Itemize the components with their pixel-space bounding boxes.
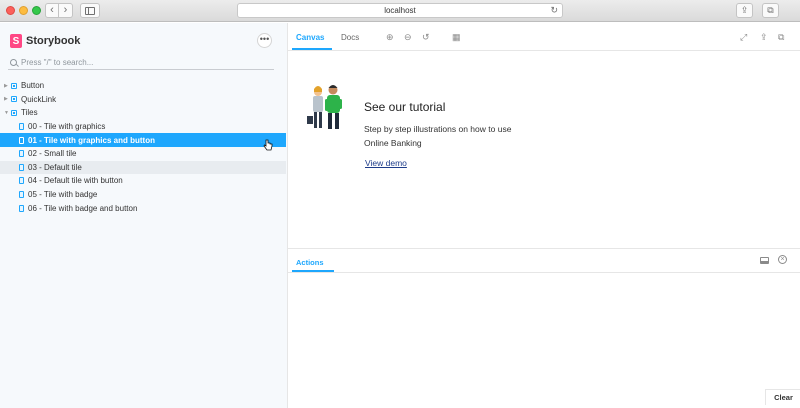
addons-divider [288,272,800,273]
bookmark-icon [19,136,24,144]
component-icon [11,96,17,103]
view-demo-link[interactable]: View demo [365,158,407,168]
tab-docs[interactable]: Docs [341,33,359,42]
share-button[interactable]: ⇪ [736,3,753,18]
zoom-in-icon[interactable]: ⊕ [386,32,394,43]
address-bar[interactable]: localhost ↻ [237,3,563,18]
search-box [8,56,274,70]
tree-item-label: Button [21,81,45,91]
preview-toolbar: Canvas Docs ⊕ ⊖ ↺ ▦ ⤢ ⇪ ⧉ [288,23,800,51]
story-item[interactable]: 02 - Small tile [0,147,287,161]
search-icon [10,59,17,66]
story-item[interactable]: 05 - Tile with badge [0,188,287,202]
story-item[interactable]: 06 - Tile with badge and button [0,201,287,215]
zoom-out-icon[interactable]: ⊖ [404,32,412,43]
show-sidebar-button[interactable] [80,3,100,18]
tab-actions[interactable]: Actions [296,258,324,267]
forward-button[interactable]: › [59,3,73,18]
tab-canvas[interactable]: Canvas [296,33,324,42]
tree-item-tiles[interactable]: ▼ Tiles [0,106,287,120]
tutorial-title: See our tutorial [364,100,446,114]
clear-button[interactable]: Clear [765,389,800,405]
bookmark-icon [19,177,24,185]
browser-toolbar: ‹ › localhost ↻ ⇪ ⧉ [0,0,800,22]
story-label: 06 - Tile with badge and button [28,203,138,213]
story-label: 01 - Tile with graphics and button [28,135,155,145]
storybook-sidebar: S Storybook ••• ▶ Button ▶ QuickLink ▼ T… [0,23,287,408]
bookmark-icon [19,204,24,212]
story-label: 03 - Default tile [28,162,82,172]
storybook-logo-icon: S [10,34,22,48]
chevron-left-icon: ‹ [50,4,54,16]
tree-item-quicklink[interactable]: ▶ QuickLink [0,93,287,107]
active-tab-indicator [292,48,332,50]
tutorial-description: Step by step illustrations on how to use… [364,124,512,148]
bookmark-icon [19,163,24,171]
fullscreen-icon[interactable]: ⤢ [740,32,747,43]
component-icon [11,109,17,116]
back-button[interactable]: ‹ [45,3,59,18]
caret-right-icon: ▶ [4,82,8,89]
reload-icon[interactable]: ↻ [550,5,558,16]
sidebar-icon [85,6,95,15]
share-icon: ⇪ [740,5,749,15]
bookmark-icon [19,123,24,131]
story-label: 04 - Default tile with button [28,176,123,186]
tabs-icon: ⧉ [767,5,774,15]
tree-item-label: QuickLink [21,94,57,104]
close-window-button[interactable] [6,6,15,15]
story-item-hovered[interactable]: 03 - Default tile [0,160,286,175]
story-canvas: See our tutorial Step by step illustrati… [288,52,800,248]
story-label: 05 - Tile with badge [28,190,98,200]
zoom-window-button[interactable] [32,6,41,15]
tree-item-button[interactable]: ▶ Button [0,79,287,93]
mouse-pointer-icon [263,139,273,151]
addons-panel: Actions × Clear [288,248,800,408]
story-item-selected[interactable]: 01 - Tile with graphics and button [0,133,286,147]
caret-down-icon: ▼ [4,109,9,116]
open-new-tab-icon[interactable]: ⇪ [760,32,768,43]
component-icon [11,82,17,89]
preview-panel: Canvas Docs ⊕ ⊖ ↺ ▦ ⤢ ⇪ ⧉ See our tutori… [287,23,800,408]
story-tree: ▶ Button ▶ QuickLink ▼ Tiles 00 - Tile w… [0,79,287,215]
url-text: localhost [384,6,416,15]
story-label: 00 - Tile with graphics [28,122,106,132]
more-options-button[interactable]: ••• [257,33,272,48]
brand-name: Storybook [26,35,81,47]
caret-right-icon: ▶ [4,96,8,103]
zoom-reset-icon[interactable]: ↺ [422,32,430,43]
tree-item-label: Tiles [21,108,38,118]
tab-overview-button[interactable]: ⧉ [762,3,779,18]
bookmark-icon [19,191,24,199]
minimize-window-button[interactable] [19,6,28,15]
dock-panel-icon[interactable] [760,257,769,264]
bookmark-icon [19,150,24,158]
tutorial-illustration [307,85,342,129]
grid-icon[interactable]: ▦ [452,32,461,43]
copy-link-icon[interactable]: ⧉ [778,32,784,43]
story-item[interactable]: 04 - Default tile with button [0,174,287,188]
search-input[interactable] [21,58,261,67]
chevron-right-icon: › [63,4,68,16]
story-label: 02 - Small tile [28,149,77,159]
close-panel-icon[interactable]: × [778,255,787,264]
storybook-logo[interactable]: S Storybook [10,34,80,48]
story-item[interactable]: 00 - Tile with graphics [0,120,287,134]
